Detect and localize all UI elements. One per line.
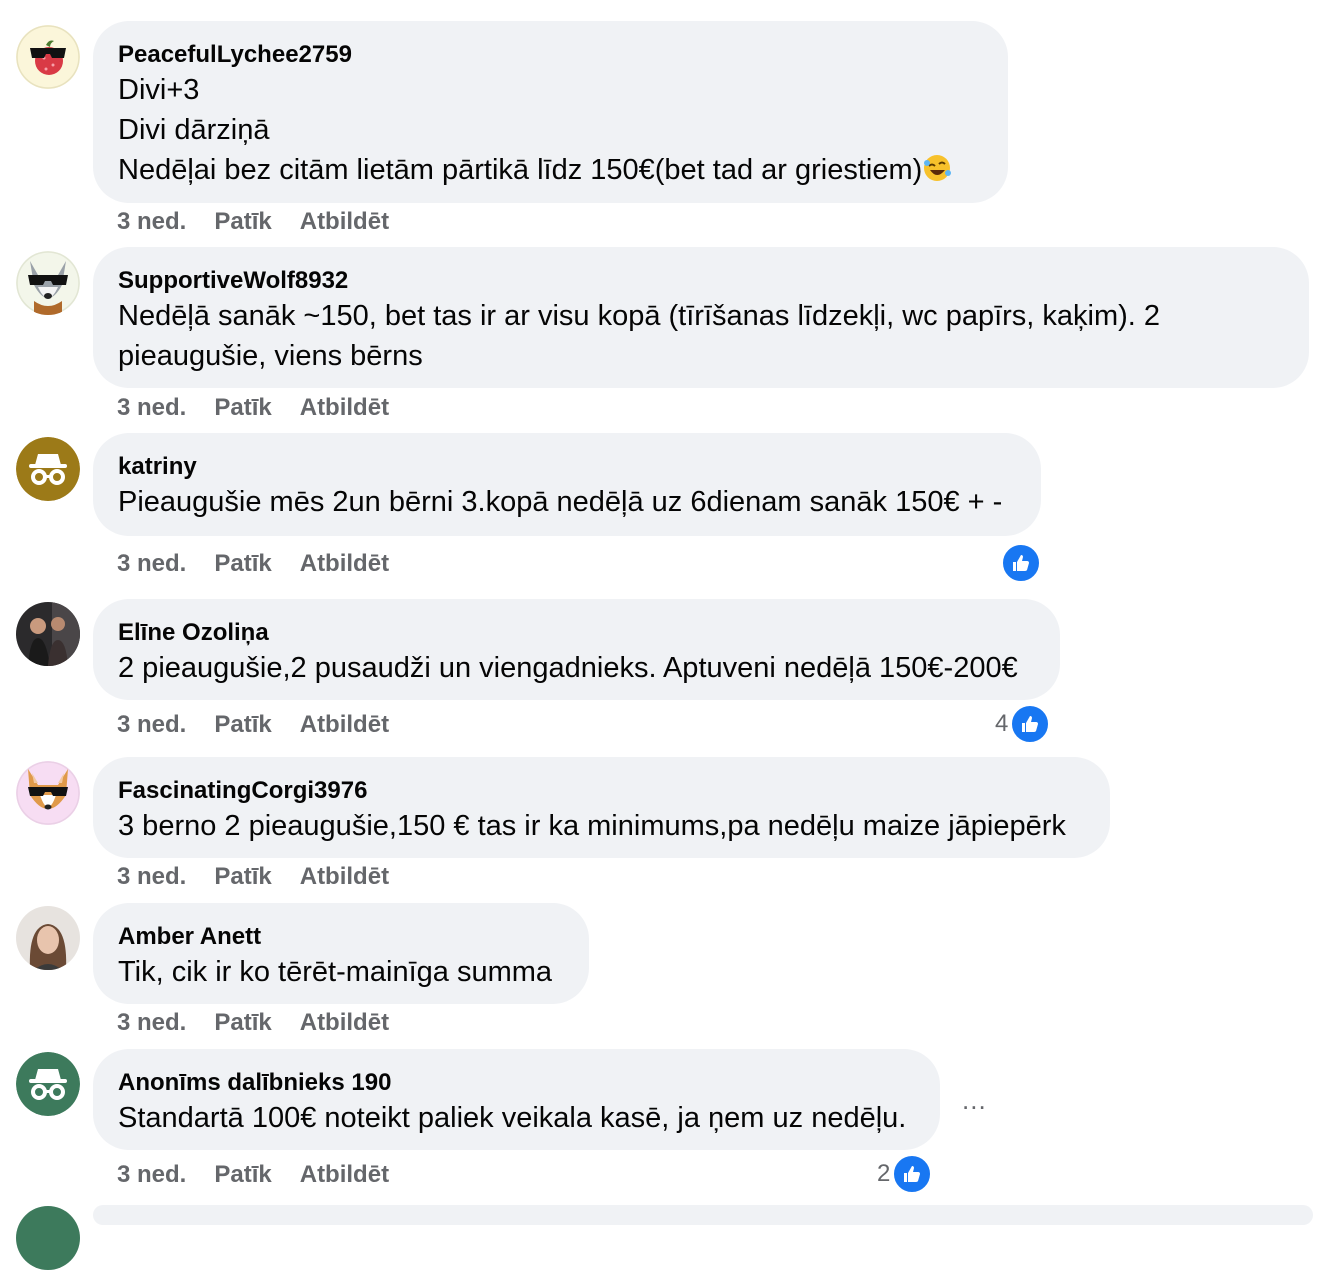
comment-actions: 3 ned. Patīk Atbildēt [117, 1009, 417, 1037]
comment-bubble: Anonīms dalībnieks 190 Standartā 100€ no… [93, 1049, 940, 1150]
comment-actions: 3 ned. Patīk Atbildēt [117, 394, 417, 422]
comment-bubble: PeacefulLychee2759 Divi+3 Divi dārziņā N… [93, 21, 1008, 203]
comment-bubble: SupportiveWolf8932 Nedēļā sanāk ~150, be… [93, 247, 1309, 388]
comment-author[interactable]: SupportiveWolf8932 [118, 266, 1283, 296]
avatar[interactable] [16, 1052, 80, 1116]
comment-time[interactable]: 3 ned. [117, 711, 186, 739]
reply-button[interactable]: Atbildēt [300, 863, 389, 891]
comment-actions: 3 ned. Patīk Atbildēt [117, 863, 417, 891]
comment-text: 3 berno 2 pieaugušie,150 € tas ir ka min… [118, 810, 1066, 842]
comment-actions: 3 ned. Patīk Atbildēt [117, 550, 417, 578]
like-reaction-icon [1001, 543, 1041, 583]
avatar[interactable] [16, 761, 80, 825]
comment-time[interactable]: 3 ned. [117, 1161, 186, 1189]
reply-button[interactable]: Atbildēt [300, 1009, 389, 1037]
comment-author[interactable]: katriny [118, 452, 1015, 482]
reaction-summary[interactable] [999, 543, 1041, 583]
corgi-avatar-icon [16, 761, 80, 825]
like-button[interactable]: Patīk [214, 550, 271, 578]
comment-author[interactable]: Elīne Ozoliņa [118, 618, 1034, 648]
comment-time[interactable]: 3 ned. [117, 208, 186, 236]
anonymous-user-icon [16, 437, 80, 501]
reaction-summary[interactable]: 2 [877, 1154, 933, 1194]
reply-button[interactable]: Atbildēt [300, 208, 389, 236]
more-options-icon[interactable]: ... [962, 1085, 987, 1116]
comment-author[interactable]: Amber Anett [118, 922, 563, 952]
comment-time[interactable]: 3 ned. [117, 863, 186, 891]
profile-photo-icon [16, 602, 80, 666]
comment-bubble [93, 1205, 1313, 1225]
reaction-count: 2 [877, 1160, 891, 1187]
like-button[interactable]: Patīk [214, 1161, 271, 1189]
comment-text-line: Divi dārziņā [118, 114, 270, 146]
like-button[interactable]: Patīk [214, 394, 271, 422]
avatar[interactable] [16, 251, 80, 315]
avatar[interactable] [16, 602, 80, 666]
comment-text-line: Divi+3 [118, 74, 200, 106]
reply-button[interactable]: Atbildēt [300, 711, 389, 739]
lychee-avatar-icon [16, 25, 80, 89]
comment-bubble: Amber Anett Tik, cik ir ko tērēt-mainīga… [93, 903, 589, 1004]
anonymous-user-icon [16, 1052, 80, 1116]
comment-actions: 3 ned. Patīk Atbildēt [117, 208, 417, 236]
avatar[interactable] [16, 906, 80, 970]
comment-text: Nedēļā sanāk ~150, bet tas ir ar visu ko… [118, 300, 1169, 372]
reply-button[interactable]: Atbildēt [300, 550, 389, 578]
like-reaction-icon [892, 1154, 933, 1194]
comment-time[interactable]: 3 ned. [117, 394, 186, 422]
comment-time[interactable]: 3 ned. [117, 1009, 186, 1037]
comment-actions: 3 ned. Patīk Atbildēt [117, 711, 417, 739]
comment-author[interactable]: Anonīms dalībnieks 190 [118, 1068, 914, 1098]
laughing-emoji-icon [922, 153, 952, 183]
comment-time[interactable]: 3 ned. [117, 550, 186, 578]
reaction-summary[interactable]: 4 [995, 704, 1051, 744]
comment-text: Pieaugušie mēs 2un bērni 3.kopā nedēļā u… [118, 486, 1003, 518]
profile-photo-icon [16, 906, 80, 970]
comment-author[interactable]: FascinatingCorgi3976 [118, 776, 1084, 806]
like-button[interactable]: Patīk [214, 1009, 271, 1037]
comment-actions: 3 ned. Patīk Atbildēt [117, 1161, 417, 1189]
like-button[interactable]: Patīk [214, 208, 271, 236]
like-button[interactable]: Patīk [214, 711, 271, 739]
reply-button[interactable]: Atbildēt [300, 1161, 389, 1189]
like-reaction-icon [1010, 704, 1051, 744]
comment-text: Tik, cik ir ko tērēt-mainīga summa [118, 956, 553, 988]
avatar[interactable] [16, 1206, 80, 1270]
avatar[interactable] [16, 25, 80, 89]
comment-text: Standartā 100€ noteikt paliek veikala ka… [118, 1102, 907, 1134]
wolf-avatar-icon [16, 251, 80, 315]
comment-text-line: Nedēļai bez citām lietām pārtikā līdz 15… [118, 154, 923, 186]
avatar[interactable] [16, 437, 80, 501]
comment-author[interactable]: PeacefulLychee2759 [118, 40, 982, 70]
reply-button[interactable]: Atbildēt [300, 394, 389, 422]
reaction-count: 4 [995, 710, 1009, 737]
comment-bubble: FascinatingCorgi3976 3 berno 2 pieauguši… [93, 757, 1110, 858]
comment-text: 2 pieaugušie,2 pusaudži un viengadnieks.… [118, 652, 1018, 684]
comment-bubble: katriny Pieaugušie mēs 2un bērni 3.kopā … [93, 433, 1041, 536]
comment-bubble: Elīne Ozoliņa 2 pieaugušie,2 pusaudži un… [93, 599, 1060, 700]
like-button[interactable]: Patīk [214, 863, 271, 891]
